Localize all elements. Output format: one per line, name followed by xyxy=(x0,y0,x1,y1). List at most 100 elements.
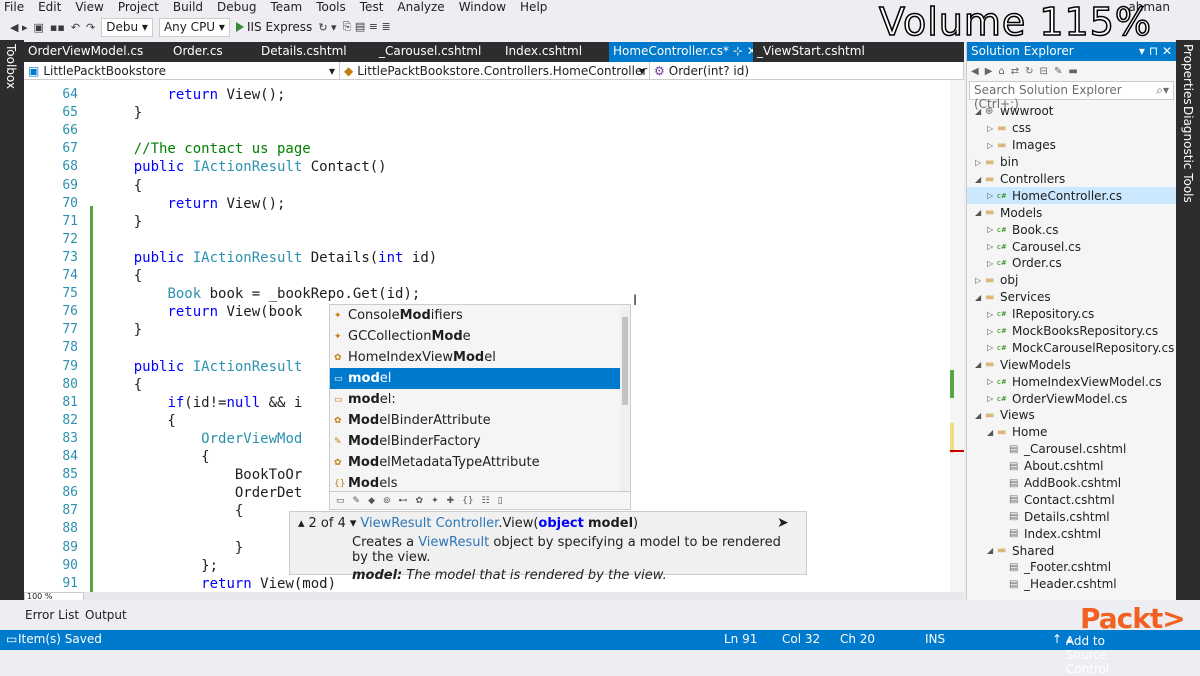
tree-item[interactable]: ◢ ▬ Models xyxy=(967,204,1176,221)
expand-arrow-icon[interactable]: ▷ xyxy=(987,327,997,336)
code-line[interactable]: 65 } xyxy=(24,104,964,122)
filter-keyword-icon[interactable]: ▯ xyxy=(498,496,503,506)
menu-item-test[interactable]: Test xyxy=(360,0,384,14)
menu-item-file[interactable]: File xyxy=(4,0,24,14)
pane-controls-icon[interactable]: ▾ ⊓ ✕ xyxy=(1139,44,1172,59)
tree-item[interactable]: ◢ ▬ Services xyxy=(967,289,1176,306)
refresh-icon[interactable]: ↻ ▾ xyxy=(318,21,336,34)
platform-combo[interactable]: Any CPU ▾ xyxy=(158,17,230,37)
source-control-button[interactable]: ↑ Add to Source Control ▴ xyxy=(1052,632,1109,676)
collapse-arrow-icon[interactable]: ◢ xyxy=(975,175,985,184)
menu-item-analyze[interactable]: Analyze xyxy=(397,0,444,14)
menu-item-debug[interactable]: Debug xyxy=(217,0,256,14)
menu-item-window[interactable]: Window xyxy=(459,0,506,14)
code-line[interactable]: 70 return View(); xyxy=(24,195,964,213)
tree-item[interactable]: ▤ Index.cshtml xyxy=(967,525,1176,542)
filter-enum-icon[interactable]: ✦ xyxy=(431,496,439,506)
menu-item-build[interactable]: Build xyxy=(173,0,203,14)
expand-arrow-icon[interactable]: ▷ xyxy=(975,158,985,167)
undo-icon[interactable]: ↶ xyxy=(71,21,80,34)
tree-item[interactable]: ▷ ▬ Images xyxy=(967,137,1176,154)
intellisense-item[interactable]: ✎ ModelBinderFactory xyxy=(330,431,620,452)
tree-item[interactable]: ▷ c# MockCarouselRepository.cs xyxy=(967,339,1176,356)
code-line[interactable]: 66 xyxy=(24,122,964,140)
collapse-icon[interactable]: ⊟ xyxy=(1040,66,1048,77)
tree-item[interactable]: ▤ Contact.cshtml xyxy=(967,491,1176,508)
redo-icon[interactable]: ↷ xyxy=(86,21,95,34)
editor-vertical-scrollbar[interactable] xyxy=(950,80,964,592)
tab--carousel-cshtml[interactable]: _Carousel.cshtml xyxy=(375,42,501,62)
sync-icon[interactable]: ⇄ xyxy=(1011,66,1019,77)
filter-wrench-icon[interactable]: ✎ xyxy=(353,496,361,506)
code-line[interactable]: 72 xyxy=(24,231,964,249)
code-line[interactable]: 67 //The contact us page xyxy=(24,140,964,158)
close-icon[interactable]: ⊹ ✕ xyxy=(729,44,753,58)
expand-arrow-icon[interactable]: ▷ xyxy=(987,124,997,133)
tree-item[interactable]: ◢ ▬ Controllers xyxy=(967,171,1176,188)
expand-arrow-icon[interactable]: ▷ xyxy=(987,394,997,403)
menu-item-project[interactable]: Project xyxy=(118,0,159,14)
new-project-icon[interactable]: ▣ xyxy=(33,21,43,34)
home-icon[interactable]: ⌂ xyxy=(998,66,1004,77)
intellisense-item[interactable]: ✿ ModelBinderAttribute xyxy=(330,410,620,431)
tree-item[interactable]: ◢ ▬ Shared xyxy=(967,542,1176,559)
class-combo[interactable]: ◆ LittlePacktBookstore.Controllers.HomeCo… xyxy=(340,62,650,80)
filter-module-icon[interactable]: ✚ xyxy=(447,496,455,506)
forward-icon[interactable]: ▶ xyxy=(985,66,993,77)
properties-tab[interactable]: Properties xyxy=(1181,44,1195,105)
filter-namespace-icon[interactable]: {} xyxy=(462,496,473,506)
tab-homecontroller-cs-[interactable]: HomeController.cs* ⊹ ✕ xyxy=(609,42,753,62)
filter-prop-icon[interactable]: ⊷ xyxy=(399,496,408,506)
toolbar-misc-icons[interactable]: ⎘ ▤ ≡ ≣ xyxy=(343,20,391,34)
tree-item[interactable]: ▷ ▬ obj xyxy=(967,272,1176,289)
code-line[interactable]: 74 { xyxy=(24,267,964,285)
tree-item[interactable]: ▷ c# OrderViewModel.cs xyxy=(967,390,1176,407)
expand-arrow-icon[interactable]: ▷ xyxy=(987,343,997,352)
code-line[interactable]: 71 } xyxy=(24,213,964,231)
menu-item-team[interactable]: Team xyxy=(270,0,302,14)
expand-arrow-icon[interactable]: ▷ xyxy=(975,276,985,285)
tree-item[interactable]: ▷ c# MockBooksRepository.cs xyxy=(967,323,1176,340)
overload-down-icon[interactable]: ▾ xyxy=(350,516,357,531)
expand-arrow-icon[interactable]: ▷ xyxy=(987,242,997,251)
diagnostic-tools-tab[interactable]: Diagnostic Tools xyxy=(1181,106,1195,203)
expand-arrow-icon[interactable]: ▷ xyxy=(987,310,997,319)
intellisense-item[interactable]: ▭ model: xyxy=(330,389,620,410)
expand-arrow-icon[interactable]: ▷ xyxy=(987,141,997,150)
save-all-icon[interactable]: ▪▪ xyxy=(50,21,65,34)
code-line[interactable]: 73 public IActionResult Details(int id) xyxy=(24,249,964,267)
collapse-arrow-icon[interactable]: ◢ xyxy=(975,293,985,302)
tab-index-cshtml[interactable]: Index.cshtml xyxy=(501,42,609,62)
tree-item[interactable]: ▷ c# HomeController.cs xyxy=(967,187,1176,205)
wrench-icon[interactable]: ✎ xyxy=(1054,66,1062,77)
intellisense-item[interactable]: ✦ GCCollectionMode xyxy=(330,326,620,347)
tree-item[interactable]: ◢ ▬ ViewModels xyxy=(967,356,1176,373)
expand-arrow-icon[interactable]: ▷ xyxy=(987,259,997,268)
back-icon[interactable]: ◀ ▸ xyxy=(10,21,27,34)
collapse-arrow-icon[interactable]: ◢ xyxy=(987,428,997,437)
tree-item[interactable]: ▤ _Footer.cshtml xyxy=(967,559,1176,576)
filter-class-icon[interactable]: ✿ xyxy=(416,496,424,506)
tab-details-cshtml[interactable]: Details.cshtml xyxy=(257,42,375,62)
tree-item[interactable]: ▷ ▬ css xyxy=(967,120,1176,137)
member-combo[interactable]: ⚙ Order(int? id) xyxy=(650,62,964,80)
menu-item-view[interactable]: View xyxy=(75,0,103,14)
collapse-arrow-icon[interactable]: ◢ xyxy=(975,107,985,116)
toolbox-tab[interactable]: Toolbox xyxy=(4,44,18,89)
tab-order-cs[interactable]: Order.cs xyxy=(169,42,257,62)
filter-local-icon[interactable]: ▭ xyxy=(336,496,345,506)
code-line[interactable]: 69 { xyxy=(24,177,964,195)
menu-item-edit[interactable]: Edit xyxy=(38,0,61,14)
expand-arrow-icon[interactable]: ▷ xyxy=(987,191,997,200)
tab-orderviewmodel-cs[interactable]: OrderViewModel.cs xyxy=(24,42,169,62)
editor-horizontal-scrollbar[interactable] xyxy=(84,592,964,600)
tree-item[interactable]: ▷ c# IRepository.cs xyxy=(967,306,1176,323)
tree-item[interactable]: ▷ c# Order.cs xyxy=(967,255,1176,272)
intellisense-item[interactable]: ▭ model xyxy=(330,368,620,389)
tree-item[interactable]: ▷ c# Carousel.cs xyxy=(967,238,1176,255)
expand-arrow-icon[interactable]: ▷ xyxy=(987,225,997,234)
code-line[interactable]: 64 return View(); xyxy=(24,86,964,104)
overload-up-icon[interactable]: ▴ xyxy=(298,516,305,531)
project-combo[interactable]: ▣ LittlePacktBookstore ▾ xyxy=(24,62,340,80)
collapse-arrow-icon[interactable]: ◢ xyxy=(975,360,985,369)
